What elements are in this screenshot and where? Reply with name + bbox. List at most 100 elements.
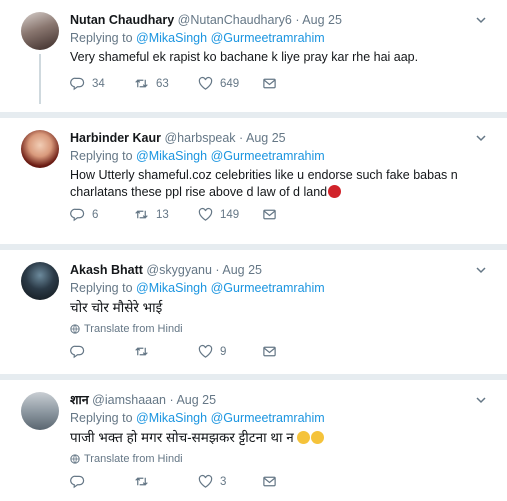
author-name[interactable]: Harbinder Kaur bbox=[70, 131, 161, 145]
retweet-button[interactable] bbox=[134, 474, 198, 489]
tweet-text-wrap: पाजी भक्त हो मगर सोच-समझकर ट्टीटना था न bbox=[70, 429, 477, 446]
globe-icon bbox=[70, 324, 80, 334]
replying-to: Replying to @MikaSingh @Gurmeetramrahim bbox=[70, 148, 477, 164]
like-count: 9 bbox=[220, 345, 227, 358]
tweet-1[interactable]: Nutan Chaudhary @NutanChaudhary6 · Aug 2… bbox=[0, 0, 507, 112]
tweet-text: चोर चोर मौसेरे भाई bbox=[70, 300, 163, 315]
retweet-icon bbox=[135, 210, 148, 219]
globe-icon bbox=[70, 454, 80, 464]
like-button[interactable]: 9 bbox=[198, 344, 262, 359]
reply-button[interactable]: 34 bbox=[70, 76, 134, 91]
heart-icon bbox=[198, 344, 213, 358]
mention-link[interactable]: @MikaSingh bbox=[136, 281, 207, 295]
author-handle[interactable]: @harbspeak bbox=[164, 131, 235, 145]
retweet-count: 13 bbox=[156, 208, 169, 221]
reply-icon bbox=[70, 77, 85, 91]
retweet-button[interactable]: 63 bbox=[134, 76, 198, 91]
author-handle[interactable]: @NutanChaudhary6 bbox=[178, 13, 292, 27]
like-button[interactable]: 149 bbox=[198, 207, 262, 222]
like-button[interactable]: 649 bbox=[198, 76, 262, 91]
tweet-4[interactable]: शान @iamshaaan · Aug 25 Replying to @Mik… bbox=[0, 380, 507, 501]
translate-link[interactable]: Translate from Hindi bbox=[70, 453, 477, 465]
replying-to: Replying to @MikaSingh @Gurmeetramrahim bbox=[70, 410, 477, 426]
direct-message-button[interactable] bbox=[262, 344, 326, 359]
reply-icon bbox=[70, 345, 85, 359]
separator-dot: · bbox=[169, 393, 174, 407]
chevron-down-icon[interactable] bbox=[475, 132, 487, 144]
envelope-icon bbox=[263, 476, 276, 487]
thread-line bbox=[39, 54, 41, 104]
replying-to-label: Replying to bbox=[70, 411, 133, 425]
replying-to: Replying to @MikaSingh @Gurmeetramrahim bbox=[70, 280, 477, 296]
avatar[interactable] bbox=[21, 12, 59, 50]
reply-icon bbox=[70, 208, 85, 222]
angry-face-emoji-icon bbox=[328, 185, 342, 198]
heart-icon bbox=[198, 474, 213, 488]
laughing-tears-emoji-icon bbox=[311, 431, 325, 444]
mention-link[interactable]: @Gurmeetramrahim bbox=[211, 31, 325, 45]
retweet-icon bbox=[135, 79, 148, 88]
reply-button[interactable] bbox=[70, 474, 134, 489]
mention-link[interactable]: @MikaSingh bbox=[136, 149, 207, 163]
tweet-timestamp[interactable]: Aug 25 bbox=[222, 263, 262, 277]
tweet-actions: 34 63 649 bbox=[70, 76, 326, 91]
envelope-icon bbox=[263, 78, 276, 89]
avatar[interactable] bbox=[21, 130, 59, 168]
like-count: 3 bbox=[220, 475, 227, 488]
tweet-actions: 3 bbox=[70, 474, 326, 489]
avatar[interactable] bbox=[21, 262, 59, 300]
tweet-timestamp[interactable]: Aug 25 bbox=[246, 131, 286, 145]
tweet-text: पाजी भक्त हो मगर सोच-समझकर ट्टीटना था न bbox=[70, 430, 294, 445]
like-count: 149 bbox=[220, 208, 240, 221]
reply-button[interactable]: 6 bbox=[70, 207, 134, 222]
like-count: 649 bbox=[220, 77, 240, 90]
translate-link[interactable]: Translate from Hindi bbox=[70, 323, 477, 335]
tweet-text-wrap: How Utterly shameful.coz celebrities lik… bbox=[70, 167, 477, 201]
mention-link[interactable]: @Gurmeetramrahim bbox=[211, 149, 325, 163]
retweet-button[interactable] bbox=[134, 344, 198, 359]
mention-link[interactable]: @MikaSingh bbox=[136, 411, 207, 425]
tweet-3[interactable]: Akash Bhatt @skygyanu · Aug 25 Replying … bbox=[0, 250, 507, 374]
tweet-header: Akash Bhatt @skygyanu · Aug 25 bbox=[70, 262, 477, 278]
separator-dot: · bbox=[239, 131, 244, 145]
author-handle[interactable]: @iamshaaan bbox=[92, 393, 166, 407]
tweet-timestamp[interactable]: Aug 25 bbox=[302, 13, 342, 27]
chevron-down-icon[interactable] bbox=[475, 14, 487, 26]
mention-link[interactable]: @Gurmeetramrahim bbox=[211, 411, 325, 425]
laughing-tears-emoji-icon bbox=[297, 431, 311, 444]
like-button[interactable]: 3 bbox=[198, 474, 262, 489]
replying-to: Replying to @MikaSingh @Gurmeetramrahim bbox=[70, 30, 477, 46]
author-handle[interactable]: @skygyanu bbox=[146, 263, 212, 277]
tweet-2[interactable]: Harbinder Kaur @harbspeak · Aug 25 Reply… bbox=[0, 118, 507, 244]
author-name[interactable]: शान bbox=[70, 393, 89, 407]
translate-label: Translate from Hindi bbox=[84, 453, 183, 465]
replying-to-label: Replying to bbox=[70, 281, 133, 295]
envelope-icon bbox=[263, 209, 276, 220]
direct-message-button[interactable] bbox=[262, 76, 326, 91]
retweet-button[interactable]: 13 bbox=[134, 207, 198, 222]
translate-label: Translate from Hindi bbox=[84, 323, 183, 335]
chevron-down-icon[interactable] bbox=[475, 394, 487, 406]
replying-to-label: Replying to bbox=[70, 31, 133, 45]
avatar[interactable] bbox=[21, 392, 59, 430]
replying-to-label: Replying to bbox=[70, 149, 133, 163]
mention-link[interactable]: @Gurmeetramrahim bbox=[211, 281, 325, 295]
reply-icon bbox=[70, 475, 85, 489]
heart-icon bbox=[198, 76, 213, 90]
chevron-down-icon[interactable] bbox=[475, 264, 487, 276]
tweet-header: Harbinder Kaur @harbspeak · Aug 25 bbox=[70, 130, 477, 146]
tweet-text: Very shameful ek rapist ko bachane k liy… bbox=[70, 50, 419, 64]
retweet-icon bbox=[135, 477, 148, 486]
author-name[interactable]: Akash Bhatt bbox=[70, 263, 143, 277]
author-name[interactable]: Nutan Chaudhary bbox=[70, 13, 174, 27]
tweet-timestamp[interactable]: Aug 25 bbox=[176, 393, 216, 407]
tweet-header: Nutan Chaudhary @NutanChaudhary6 · Aug 2… bbox=[70, 12, 477, 28]
reply-count: 34 bbox=[92, 77, 105, 90]
direct-message-button[interactable] bbox=[262, 207, 326, 222]
direct-message-button[interactable] bbox=[262, 474, 326, 489]
envelope-icon bbox=[263, 346, 276, 357]
mention-link[interactable]: @MikaSingh bbox=[136, 31, 207, 45]
heart-icon bbox=[198, 207, 213, 221]
reply-button[interactable] bbox=[70, 344, 134, 359]
separator-dot: · bbox=[215, 263, 220, 277]
